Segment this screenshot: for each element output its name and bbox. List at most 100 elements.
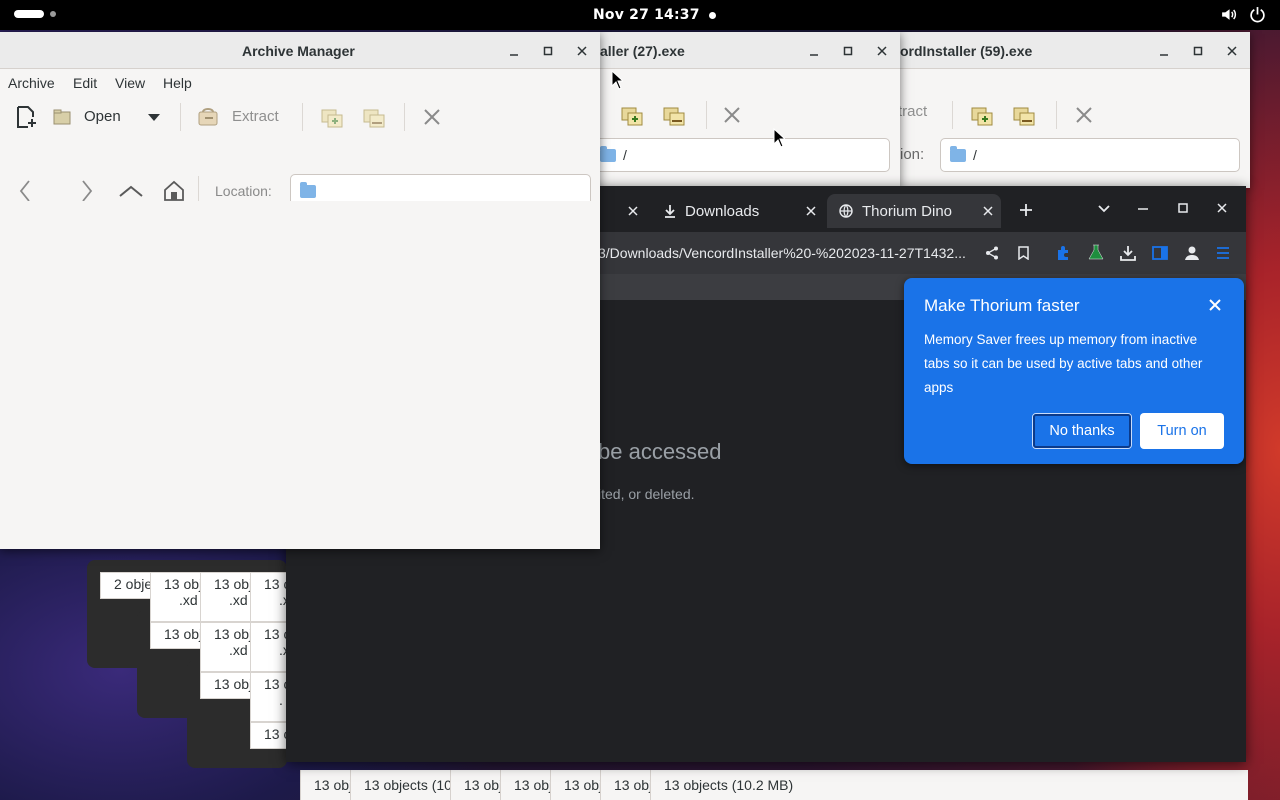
file-tile[interactable]: 13 obj	[150, 622, 202, 649]
add-files-button[interactable]	[618, 101, 646, 129]
file-tile[interactable]: 13 obj	[200, 672, 252, 699]
separator	[302, 103, 303, 131]
close-tab-icon[interactable]	[628, 206, 638, 216]
window-headerbar[interactable]: ordInstaller (59).exe	[900, 32, 1250, 69]
minimize-icon	[1160, 54, 1168, 56]
extensions-icon[interactable]	[1056, 245, 1072, 261]
extract-button[interactable]	[195, 105, 223, 129]
bookmark-icon[interactable]	[1018, 246, 1029, 260]
add-files-button[interactable]	[968, 101, 996, 129]
archive-manager-window-3[interactable]: ordInstaller (59).exe tract ion: /	[898, 32, 1250, 188]
power-icon[interactable]	[1249, 6, 1266, 23]
menu-help[interactable]: Help	[163, 75, 192, 91]
clock[interactable]: Nov 27 14:37	[593, 7, 700, 23]
separator	[1056, 101, 1057, 129]
chevron-down-icon[interactable]	[148, 114, 160, 121]
error-subtitle: ited, or deleted.	[598, 486, 695, 502]
home-icon[interactable]	[163, 180, 185, 202]
menu-archive[interactable]: Archive	[8, 75, 55, 91]
new-archive-button[interactable]	[12, 103, 40, 131]
system-tray[interactable]	[1220, 6, 1266, 23]
location-field[interactable]: /	[590, 138, 890, 172]
close-button[interactable]	[572, 41, 592, 61]
file-tile[interactable]: 13 obj .xd	[150, 572, 202, 622]
status-bar: 13 objects (10	[350, 770, 450, 800]
menu-view[interactable]: View	[115, 75, 145, 91]
downloads-icon[interactable]	[1120, 245, 1136, 261]
file-tile[interactable]: 13 obj .xd	[200, 622, 252, 672]
location-field[interactable]: /	[940, 138, 1240, 172]
close-button[interactable]	[872, 41, 892, 61]
close-icon[interactable]	[1208, 298, 1222, 312]
mouse-cursor-icon	[611, 70, 623, 90]
file-tile[interactable]: 13 c .x	[250, 622, 290, 672]
url-text[interactable]: 3/Downloads/VencordInstaller%20-%202023-…	[598, 245, 966, 261]
add-folder-button[interactable]	[1010, 101, 1038, 129]
minimize-button[interactable]	[504, 41, 524, 61]
menu-icon[interactable]	[1216, 246, 1230, 260]
window-headerbar[interactable]: aller (27).exe	[600, 32, 900, 69]
close-button[interactable]	[1222, 41, 1242, 61]
add-files-button[interactable]	[318, 103, 346, 131]
add-files-icon	[971, 107, 993, 126]
turn-on-button[interactable]: Turn on	[1140, 413, 1224, 449]
archive-manager-window[interactable]: Archive Manager Archive Edit View Help O…	[0, 32, 600, 549]
stop-button[interactable]	[1070, 101, 1098, 129]
stop-button[interactable]	[718, 101, 746, 129]
file-tile[interactable]: 13 c .x	[250, 572, 290, 622]
share-icon[interactable]	[985, 246, 999, 260]
file-tile[interactable]: 13 c	[250, 722, 290, 749]
minimize-icon[interactable]	[1138, 208, 1148, 210]
maximize-button[interactable]	[1188, 41, 1208, 61]
archive-content-area[interactable]	[0, 201, 600, 549]
file-tile[interactable]: 2 obje	[100, 572, 152, 599]
forward-icon[interactable]	[81, 180, 93, 202]
toolbar: tract ion: /	[898, 69, 1250, 188]
window-title: aller (27).exe	[600, 43, 685, 59]
profile-avatar-icon[interactable]	[1184, 245, 1200, 261]
activities-indicator[interactable]	[14, 10, 56, 18]
no-thanks-button[interactable]: No thanks	[1032, 413, 1132, 449]
folder-icon	[600, 146, 616, 162]
side-panel-icon[interactable]	[1152, 245, 1168, 261]
close-tab-icon[interactable]	[806, 206, 816, 216]
maximize-button[interactable]	[538, 41, 558, 61]
window-headerbar[interactable]: Archive Manager	[0, 32, 600, 69]
extract-label[interactable]: Extract	[232, 108, 279, 125]
maximize-icon[interactable]	[1178, 203, 1188, 213]
open-button[interactable]	[52, 105, 72, 129]
open-label[interactable]: Open	[84, 108, 121, 125]
archive-manager-window-2[interactable]: aller (27).exe /	[590, 32, 900, 188]
add-folder-icon	[1013, 107, 1035, 126]
add-folder-button[interactable]	[360, 103, 388, 131]
volume-icon[interactable]	[1220, 6, 1237, 23]
minimize-button[interactable]	[1154, 41, 1174, 61]
close-icon	[877, 46, 887, 56]
back-icon[interactable]	[19, 180, 31, 202]
tab-thorium-dino[interactable]: Thorium Dino	[827, 194, 1001, 228]
popup-body: Memory Saver frees up memory from inacti…	[924, 332, 1203, 395]
extract-label[interactable]: tract	[898, 103, 927, 120]
error-title: be accessed	[598, 439, 722, 464]
stop-button[interactable]	[418, 103, 446, 131]
add-files-icon	[321, 109, 343, 128]
minimize-button[interactable]	[804, 41, 824, 61]
file-tile[interactable]: 13 c.	[250, 672, 290, 722]
tab-search-chevron-icon[interactable]	[1098, 205, 1110, 213]
file-tile[interactable]: 13 obj .xd	[200, 572, 252, 622]
close-icon[interactable]	[1217, 203, 1227, 213]
separator	[706, 101, 707, 129]
tab-downloads[interactable]: Downloads	[650, 194, 820, 228]
separator	[180, 103, 181, 131]
maximize-button[interactable]	[838, 41, 858, 61]
close-tab-icon[interactable]	[983, 206, 993, 216]
up-icon[interactable]	[119, 185, 143, 197]
workspace-active-indicator	[14, 10, 44, 18]
add-folder-button[interactable]	[660, 101, 688, 129]
lab-flask-icon[interactable]	[1088, 244, 1104, 261]
stop-icon	[724, 107, 740, 123]
menu-edit[interactable]: Edit	[73, 75, 97, 91]
window-title: ordInstaller (59).exe	[900, 43, 1033, 59]
separator	[952, 101, 953, 129]
new-tab-icon[interactable]	[1019, 203, 1033, 217]
